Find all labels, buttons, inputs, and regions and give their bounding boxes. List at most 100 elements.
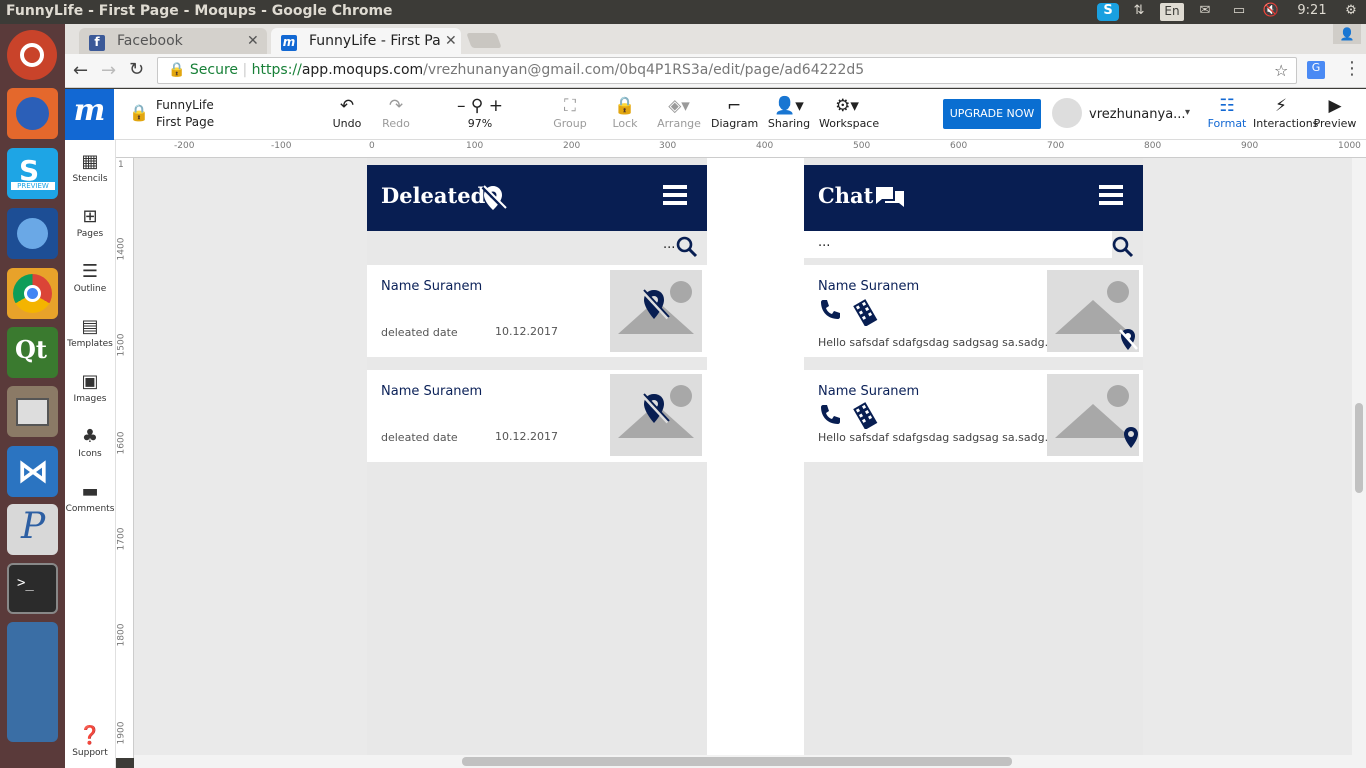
templates-button[interactable]: ▤ Templates: [65, 315, 115, 349]
zoom-out-button[interactable]: –: [457, 96, 466, 116]
film-icon[interactable]: [852, 298, 882, 326]
preview-button[interactable]: ▶ Preview: [1313, 95, 1357, 137]
arrange-button[interactable]: ◈▾ Arrange: [657, 95, 701, 137]
deleted-list-item[interactable]: Name Suranem deleated date 10.12.2017: [367, 370, 707, 462]
thunderbird-icon[interactable]: [7, 208, 58, 259]
comments-button[interactable]: ▬ Comments: [65, 480, 115, 514]
files-icon[interactable]: [7, 386, 58, 437]
qt-creator-icon[interactable]: Qt: [7, 327, 58, 378]
deleted-search-bar[interactable]: ...: [367, 231, 707, 265]
upgrade-now-button[interactable]: UPGRADE NOW: [943, 99, 1041, 129]
phone-icon[interactable]: [818, 403, 842, 427]
terminal-icon[interactable]: >_: [7, 563, 58, 614]
tab-moqups[interactable]: m FunnyLife - First Pa ✕: [271, 28, 461, 54]
film-icon[interactable]: [852, 401, 882, 429]
pencil-app-icon[interactable]: P: [7, 504, 58, 555]
mail-icon[interactable]: ✉: [1194, 3, 1216, 21]
zoom-control[interactable]: – ⚲ +97%: [453, 95, 507, 137]
firefox-icon[interactable]: [7, 88, 58, 139]
pages-label: Pages: [76, 229, 104, 239]
zoom-in-button[interactable]: +: [489, 96, 503, 116]
interactions-button[interactable]: ⚡ Interactions: [1253, 95, 1318, 137]
stencils-label: Stencils: [72, 174, 108, 184]
chevron-down-icon[interactable]: ▾: [1185, 107, 1190, 118]
phone-icon[interactable]: [818, 298, 842, 322]
deleted-screen[interactable]: Deleated ... Name Suranem deleated date …: [367, 158, 707, 755]
outline-icon: ☰: [81, 261, 99, 282]
menu-dots-icon[interactable]: ⋮: [1343, 58, 1361, 79]
tab-label: FunnyLife - First Pa: [309, 33, 441, 49]
profile-icon[interactable]: 👤: [1333, 24, 1361, 44]
chat-list-item[interactable]: Name Suranem Hello safsdaf sdafgsdag sad…: [804, 370, 1143, 462]
chat-search-bar[interactable]: ...: [804, 231, 1143, 265]
vertical-scrollbar[interactable]: [1352, 158, 1366, 755]
user-name[interactable]: vrezhunanya...: [1089, 107, 1186, 122]
horizontal-scrollbar[interactable]: [134, 755, 1366, 768]
tab-facebook[interactable]: f Facebook ✕: [79, 28, 267, 54]
skype-tray-icon[interactable]: S: [1097, 3, 1119, 21]
design-canvas[interactable]: Deleated ... Name Suranem deleated date …: [134, 158, 1352, 755]
search-icon[interactable]: [676, 236, 698, 258]
image-placeholder: [1047, 374, 1139, 456]
translate-icon[interactable]: G: [1307, 61, 1325, 79]
lock-icon[interactable]: 🔒: [129, 103, 149, 122]
hamburger-menu-icon[interactable]: [1099, 185, 1123, 205]
images-button[interactable]: ▣ Images: [65, 370, 115, 404]
chat-search-input[interactable]: [804, 231, 1112, 258]
diagram-icon: ⌐: [726, 96, 742, 116]
templates-label: Templates: [67, 339, 113, 349]
message-preview: Hello safsdaf sdafgsdag sadgsag sa.sadg.…: [818, 431, 1056, 444]
vscode-icon[interactable]: ⋈: [7, 446, 58, 497]
search-icon[interactable]: [1112, 236, 1134, 258]
address-bar[interactable]: 🔒 Secure | https://app.moqups.com/vrezhu…: [157, 57, 1297, 84]
ubuntu-logo-icon[interactable]: [7, 30, 57, 80]
support-button[interactable]: ❓ Support: [65, 724, 115, 758]
item-name: Name Suranem: [818, 279, 920, 294]
project-name[interactable]: FunnyLife: [156, 98, 214, 112]
lock-button[interactable]: 🔒 Lock: [605, 95, 645, 137]
office-stack-icon[interactable]: [7, 622, 58, 742]
moqups-logo[interactable]: m: [65, 89, 114, 140]
chat-bubbles-icon: [876, 187, 904, 207]
scroll-thumb[interactable]: [1355, 403, 1363, 493]
bookmark-star-icon[interactable]: ☆: [1274, 61, 1288, 80]
network-icon[interactable]: ⇅: [1128, 3, 1150, 21]
chat-list-item[interactable]: Name Suranem Hello safsdaf sdafgsdag sad…: [804, 265, 1143, 357]
preview-badge: PREVIEW: [11, 182, 55, 190]
chrome-icon[interactable]: [7, 268, 58, 319]
pages-button[interactable]: ⊞ Pages: [65, 205, 115, 239]
close-tab-icon[interactable]: ✕: [441, 33, 457, 49]
new-tab-button[interactable]: [466, 33, 502, 48]
workspace-button[interactable]: ⚙▾ Workspace: [819, 95, 879, 137]
close-tab-icon[interactable]: ✕: [247, 33, 259, 49]
chat-title: Chat: [818, 183, 874, 208]
chat-screen[interactable]: Chat ... Name Suranem Hello safsdaf sdaf…: [804, 158, 1143, 755]
redo-button[interactable]: ↷ Redo: [376, 95, 416, 137]
hamburger-menu-icon[interactable]: [663, 185, 687, 205]
item-date-label: deleated date: [381, 326, 458, 339]
reload-icon[interactable]: ↻: [129, 59, 144, 80]
sharing-button[interactable]: 👤▾ Sharing: [767, 95, 811, 137]
clock[interactable]: 9:21: [1294, 3, 1330, 21]
outline-button[interactable]: ☰ Outline: [65, 260, 115, 294]
settings-gear-icon[interactable]: ⚙: [1340, 3, 1362, 21]
forward-icon[interactable]: →: [101, 60, 116, 81]
volume-icon[interactable]: 🔇: [1260, 3, 1282, 21]
battery-icon[interactable]: ▭: [1228, 3, 1250, 21]
group-button[interactable]: ⛶ Group: [549, 95, 591, 137]
diagram-button[interactable]: ⌐ Diagram: [711, 95, 758, 137]
avatar[interactable]: [1052, 98, 1082, 128]
icons-button[interactable]: ♣ Icons: [65, 425, 115, 459]
format-button[interactable]: ☷ Format: [1205, 95, 1249, 137]
page-name[interactable]: First Page: [156, 115, 214, 129]
redo-label: Redo: [382, 117, 410, 130]
stencils-button[interactable]: ▦ Stencils: [65, 150, 115, 184]
item-date-label: deleated date: [381, 431, 458, 444]
back-icon[interactable]: ←: [73, 60, 88, 81]
scroll-thumb[interactable]: [462, 757, 1012, 766]
keyboard-layout[interactable]: En: [1160, 3, 1184, 21]
canvas-gap: [707, 158, 804, 755]
deleted-list-item[interactable]: Name Suranem deleated date 10.12.2017: [367, 265, 707, 357]
skype-preview-icon[interactable]: S PREVIEW: [7, 148, 58, 199]
undo-button[interactable]: ↶ Undo: [327, 95, 367, 137]
